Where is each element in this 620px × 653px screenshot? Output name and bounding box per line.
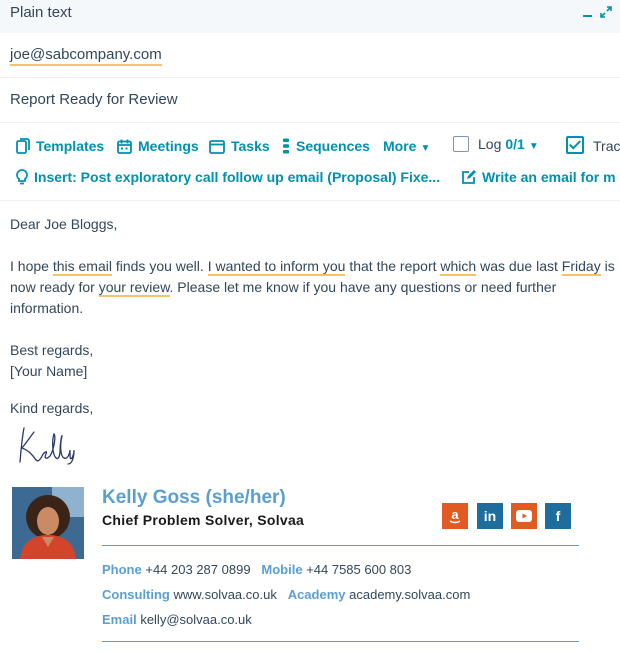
- templates-button[interactable]: Templates: [16, 138, 104, 154]
- signature-title: Chief Problem Solver, Solvaa: [102, 512, 305, 528]
- insert-label: Insert: Post exploratory call follow up …: [34, 169, 441, 185]
- checkbox-unchecked-icon[interactable]: [453, 136, 469, 152]
- sequences-button[interactable]: Sequences: [282, 138, 370, 154]
- write-email-button[interactable]: Write an email for m: [461, 169, 616, 185]
- mobile-number[interactable]: +44 7585 600 803: [306, 562, 411, 577]
- consulting-link[interactable]: www.solvaa.co.uk: [174, 587, 277, 602]
- body-paragraph: I hope this email finds you well. I want…: [10, 258, 615, 316]
- amazon-icon[interactable]: a: [442, 503, 468, 529]
- lightbulb-icon: [16, 169, 28, 185]
- plain-text-label: Plain text: [10, 4, 72, 21]
- more-dropdown[interactable]: More ▼: [383, 138, 430, 154]
- sequences-label: Sequences: [296, 138, 370, 154]
- tasks-icon: [209, 140, 225, 154]
- to-field[interactable]: joe@sabcompany.com: [0, 33, 620, 78]
- signature-name: Kelly Goss (she/her): [102, 487, 286, 508]
- editor-header: Plain text: [0, 0, 620, 33]
- phone-number[interactable]: +44 203 287 0899: [145, 562, 250, 577]
- grammar-underline: I wanted to inform you: [207, 258, 346, 276]
- grammar-underline: this email: [52, 258, 112, 276]
- write-email-label: Write an email for m: [482, 169, 616, 185]
- templates-icon: [16, 138, 30, 154]
- subject-field[interactable]: Report Ready for Review: [0, 78, 620, 123]
- log-label: Log: [478, 136, 502, 152]
- tasks-button[interactable]: Tasks: [209, 138, 270, 154]
- youtube-icon[interactable]: [511, 503, 537, 529]
- meetings-button[interactable]: Meetings: [117, 138, 199, 154]
- facebook-icon[interactable]: f: [545, 503, 571, 529]
- academy-link[interactable]: academy.solvaa.com: [349, 587, 470, 602]
- signature-divider-bottom: [102, 641, 579, 642]
- kind-regards: Kind regards,: [10, 400, 94, 416]
- email-link[interactable]: kelly@solvaa.co.uk: [140, 612, 251, 627]
- checkbox-checked-icon[interactable]: [566, 136, 584, 154]
- linkedin-icon[interactable]: in: [477, 503, 503, 529]
- track-label: Trac: [593, 138, 620, 154]
- grammar-underline: Friday: [561, 258, 601, 276]
- templates-label: Templates: [36, 138, 105, 154]
- caret-down-icon[interactable]: ▼: [529, 141, 539, 152]
- contact-row-phone: Phone +44 203 287 0899 Mobile +44 7585 6…: [102, 562, 412, 577]
- contact-row-email: Email kelly@solvaa.co.uk: [102, 612, 252, 627]
- signature-divider: [102, 545, 579, 546]
- log-count[interactable]: 0/1: [505, 136, 524, 152]
- grammar-underline: your review: [98, 279, 170, 297]
- meetings-label: Meetings: [138, 138, 199, 154]
- insert-suggestion[interactable]: Insert: Post exploratory call follow up …: [16, 169, 440, 185]
- grammar-underline: which: [440, 258, 477, 276]
- calendar-icon: [117, 139, 132, 154]
- handwritten-signature: [14, 424, 78, 471]
- more-label: More: [383, 138, 417, 154]
- email-body[interactable]: Dear Joe Bloggs, I hope this email finds…: [10, 214, 620, 419]
- minimize-icon[interactable]: [583, 15, 592, 17]
- log-checkbox[interactable]: Log 0/1 ▼: [453, 136, 539, 152]
- sequences-icon: [283, 138, 289, 154]
- tasks-label: Tasks: [231, 138, 270, 154]
- recipient-email[interactable]: joe@sabcompany.com: [10, 46, 162, 66]
- closing: Best regards,: [10, 342, 94, 358]
- greeting: Dear Joe Bloggs,: [10, 216, 118, 232]
- name-placeholder: [Your Name]: [10, 363, 88, 379]
- svg-text:a: a: [451, 508, 459, 522]
- subject-text[interactable]: Report Ready for Review: [10, 91, 178, 108]
- profile-photo: [12, 487, 84, 559]
- expand-icon[interactable]: [600, 6, 612, 21]
- track-checkbox[interactable]: Trac: [566, 136, 620, 154]
- caret-down-icon: ▼: [420, 143, 431, 154]
- edit-icon: [462, 170, 476, 184]
- contact-row-web: Consulting www.solvaa.co.uk Academy acad…: [102, 587, 471, 602]
